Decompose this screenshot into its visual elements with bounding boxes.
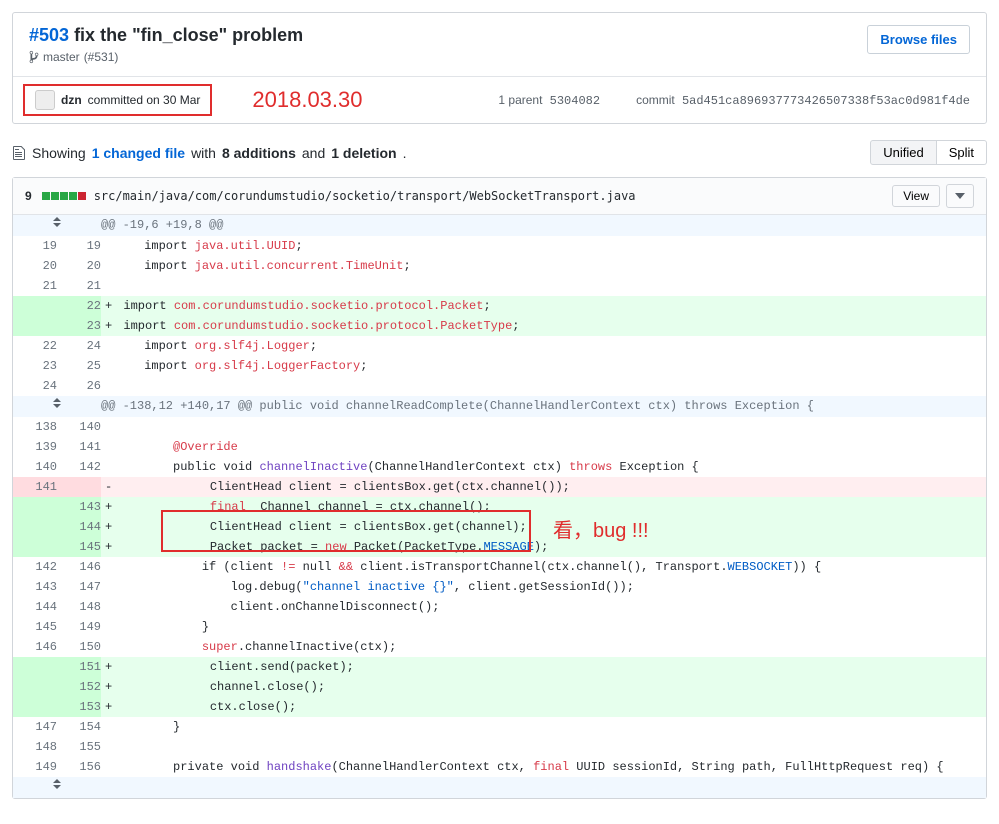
table-row: 151+ client.send(packet);	[13, 657, 986, 677]
author-box: dzn committed on 30 Mar	[23, 84, 212, 116]
parent-label: 1 parent	[498, 93, 542, 107]
table-row: 143147 log.debug("channel inactive {}", …	[13, 577, 986, 597]
table-row: 149156 private void handshake(ChannelHan…	[13, 757, 986, 777]
period: .	[403, 145, 407, 161]
commit-header: #503 fix the "fin_close" problem master …	[13, 13, 986, 76]
branch-icon	[29, 50, 39, 64]
table-row: 2325 import org.slf4j.LoggerFactory;	[13, 356, 986, 376]
table-row: 144+ ClientHead client = clientsBox.get(…	[13, 517, 986, 537]
diff-summary: Showing 1 changed file with 8 additions …	[12, 140, 987, 165]
table-row: 152+ channel.close();	[13, 677, 986, 697]
commit-meta: dzn committed on 30 Mar 2018.03.30 1 par…	[13, 76, 986, 123]
diff-table: @@ -19,6 +19,8 @@ 1919 import java.util.…	[13, 215, 986, 798]
table-row: 22+ import com.corundumstudio.socketio.p…	[13, 296, 986, 316]
branch-ref: (#531)	[84, 50, 119, 64]
commit-meta-right: 1 parent 5304082 commit 5ad451ca89693777…	[498, 93, 970, 108]
table-row: 144148 client.onChannelDisconnect();	[13, 597, 986, 617]
hunk-header: @@ -138,12 +140,17 @@ public void channe…	[13, 396, 986, 417]
branch-line: master (#531)	[29, 50, 303, 64]
table-row: 2426	[13, 376, 986, 396]
chevron-down-icon[interactable]	[946, 184, 974, 208]
table-row: 139141 @Override	[13, 437, 986, 457]
parent-sha[interactable]: 5304082	[550, 94, 600, 108]
unified-button[interactable]: Unified	[870, 140, 936, 165]
showing-text: Showing	[32, 145, 86, 161]
diff-view-toggle: Unified Split	[870, 140, 987, 165]
table-row: 153+ ctx.close();	[13, 697, 986, 717]
table-row: 146150 super.channelInactive(ctx);	[13, 637, 986, 657]
table-row: 2020 import java.util.concurrent.TimeUni…	[13, 256, 986, 276]
deletions-count: 1 deletion	[331, 145, 396, 161]
additions-count: 8 additions	[222, 145, 296, 161]
avatar	[35, 90, 55, 110]
hunk-header: @@ -19,6 +19,8 @@	[13, 215, 986, 236]
and-text: and	[302, 145, 325, 161]
table-row: 2224 import org.slf4j.Logger;	[13, 336, 986, 356]
annotation-date: 2018.03.30	[252, 87, 362, 113]
commit-sha: 5ad451ca896937773426507338f53ac0d981f4de	[682, 94, 970, 108]
commit-title: #503 fix the "fin_close" problem	[29, 25, 303, 46]
expand-icon[interactable]	[13, 777, 101, 798]
file-diff: 9 src/main/java/com/corundumstudio/socke…	[12, 177, 987, 799]
table-row: 138140	[13, 417, 986, 437]
table-row: 147154 }	[13, 717, 986, 737]
with-text: with	[191, 145, 216, 161]
diffstat-bar	[42, 192, 86, 200]
table-row: 143+ final Channel channel = ctx.channel…	[13, 497, 986, 517]
branch-name: master	[43, 50, 80, 64]
commit-label: commit	[636, 93, 675, 107]
table-row: 142146 if (client != null && client.isTr…	[13, 557, 986, 577]
table-row: 1919 import java.util.UUID;	[13, 236, 986, 256]
table-row: 148155	[13, 737, 986, 757]
expand-icon[interactable]	[13, 215, 101, 236]
diff-count: 9	[25, 189, 32, 203]
expand-icon[interactable]	[13, 396, 101, 417]
changed-files-link[interactable]: 1 changed file	[92, 145, 185, 161]
table-row: 140142 public void channelInactive(Chann…	[13, 457, 986, 477]
hunk-footer	[13, 777, 986, 798]
split-button[interactable]: Split	[937, 140, 987, 165]
table-row: 2121	[13, 276, 986, 296]
file-header: 9 src/main/java/com/corundumstudio/socke…	[13, 178, 986, 215]
commit-box: #503 fix the "fin_close" problem master …	[12, 12, 987, 124]
issue-number-link[interactable]: #503	[29, 25, 69, 45]
commit-date: committed on 30 Mar	[88, 93, 201, 107]
browse-files-button[interactable]: Browse files	[867, 25, 970, 54]
table-row: 145149 }	[13, 617, 986, 637]
file-path[interactable]: src/main/java/com/corundumstudio/socketi…	[94, 189, 636, 203]
commit-title-text: fix the "fin_close" problem	[74, 25, 303, 45]
author-name[interactable]: dzn	[61, 93, 82, 107]
table-row: 145+ Packet packet = new Packet(PacketTy…	[13, 537, 986, 557]
table-row: 141- ClientHead client = clientsBox.get(…	[13, 477, 986, 497]
view-file-button[interactable]: View	[892, 185, 940, 207]
file-icon	[12, 145, 26, 161]
table-row: 23+ import com.corundumstudio.socketio.p…	[13, 316, 986, 336]
